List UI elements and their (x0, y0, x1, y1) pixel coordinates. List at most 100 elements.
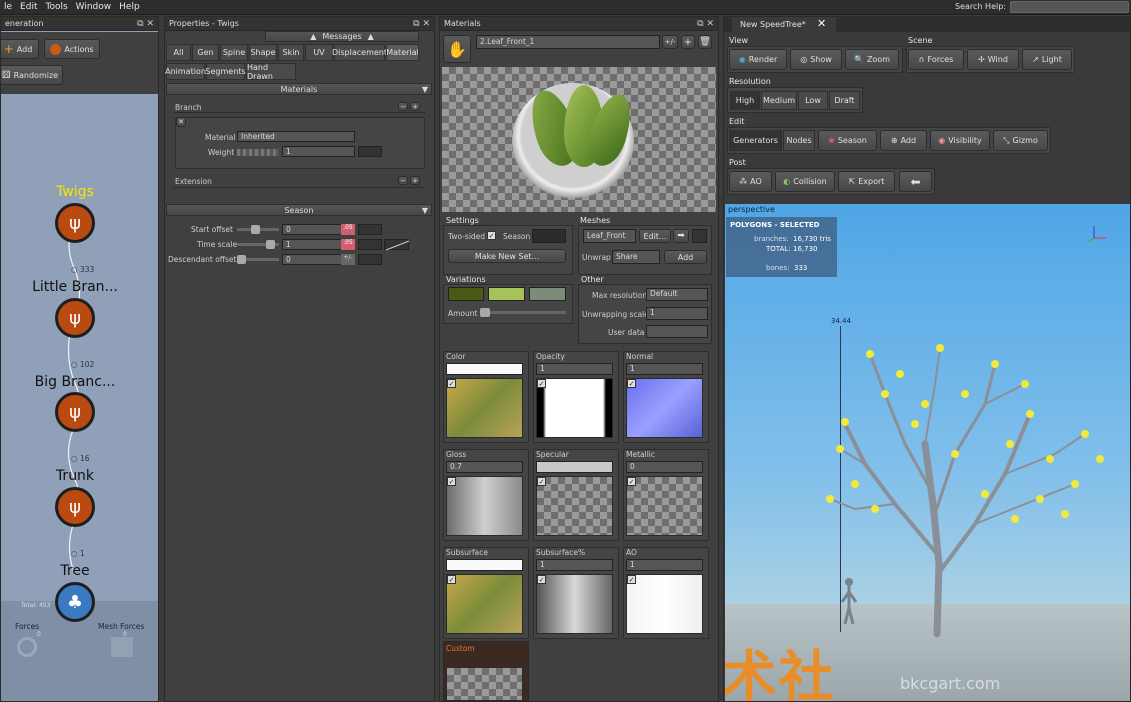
tab-gen[interactable]: Gen (192, 44, 219, 61)
texture-map-preview[interactable] (626, 574, 703, 634)
messages-bar[interactable]: ▲ Messages ▲ (265, 31, 419, 42)
add-button[interactable]: + (410, 176, 420, 185)
season-color-swatch[interactable] (532, 229, 566, 243)
texture-map-preview[interactable] (626, 378, 703, 438)
generators-button[interactable]: Generators (729, 130, 782, 151)
menu-window[interactable]: Window (76, 2, 112, 12)
export-button[interactable]: ⇱ Export (838, 171, 895, 192)
curve-icon[interactable] (358, 254, 382, 265)
texture-map-checkbox[interactable]: ✓ (627, 379, 636, 388)
close-tab-icon[interactable]: ✕ (817, 17, 826, 30)
user-data-input[interactable] (646, 325, 708, 338)
tab-uv[interactable]: UV (305, 44, 333, 61)
menu-file[interactable]: le (4, 2, 12, 12)
texture-map-value[interactable]: 1 (626, 363, 703, 375)
back-arrow-icon[interactable]: ⬅ (899, 171, 932, 192)
season-section-header[interactable]: Season ▼ (166, 204, 432, 216)
actions-button[interactable]: Actions (44, 39, 100, 59)
delete-material-icon[interactable]: 🗑 (698, 35, 712, 49)
start-offset-slider[interactable] (237, 225, 279, 234)
weight-slider[interactable] (237, 149, 279, 156)
close-icon[interactable]: ✕ (176, 117, 186, 127)
arrow-right-icon[interactable]: ➡ (673, 229, 689, 243)
twigs-node[interactable]: ψ (55, 203, 95, 243)
texture-map-checkbox[interactable]: ✓ (627, 477, 636, 486)
forces-magnet-icon[interactable] (17, 637, 37, 657)
curve-icon[interactable] (358, 224, 382, 235)
weight-input[interactable]: 1 (282, 146, 355, 157)
add-generator-button[interactable]: + Add (1, 39, 39, 59)
nodes-button[interactable]: Nodes (783, 130, 815, 151)
material-selector[interactable]: 2.Leaf_Front_1 (476, 35, 660, 49)
texture-map-preview[interactable] (536, 476, 613, 536)
texture-map-preview[interactable] (536, 378, 613, 438)
custom-map-preview[interactable] (446, 667, 523, 701)
max-resolution-dropdown[interactable]: Default (646, 288, 708, 301)
variation-swatch-3[interactable] (529, 287, 566, 301)
remove-button[interactable]: − (398, 102, 408, 111)
mesh-dropdown[interactable]: Leaf_Front (583, 229, 636, 243)
texture-map-preview[interactable] (626, 476, 703, 536)
texture-map-checkbox[interactable]: ✓ (447, 575, 456, 584)
add-material-icon[interactable]: + (681, 35, 695, 49)
texture-map-value[interactable] (446, 363, 523, 375)
texture-map-checkbox[interactable]: ✓ (537, 477, 546, 486)
resolution-draft[interactable]: Draft (829, 91, 860, 110)
descendant-offset-slider[interactable] (237, 255, 279, 264)
menu-help[interactable]: Help (119, 2, 140, 12)
gizmo-button[interactable]: ⤡ Gizmo (993, 130, 1048, 151)
tree-node[interactable]: ♣ (55, 582, 95, 622)
texture-map-value[interactable]: 1 (536, 559, 613, 571)
add-mesh-button[interactable]: Add (664, 250, 707, 264)
texture-map-preview[interactable] (446, 476, 523, 536)
material-dropdown[interactable]: Inherited (237, 131, 355, 142)
collision-button[interactable]: ◐ Collision (775, 171, 835, 192)
texture-map-value[interactable] (536, 461, 613, 473)
variation-swatch-1[interactable] (448, 287, 484, 301)
texture-map-checkbox[interactable]: ✓ (447, 477, 456, 486)
texture-map-preview[interactable] (536, 574, 613, 634)
time-scale-curve-preview[interactable] (384, 239, 410, 251)
panel-controls-icon[interactable]: ⧉ ✕ (137, 17, 154, 31)
texture-map-checkbox[interactable]: ✓ (627, 575, 636, 584)
texture-map-value[interactable]: 0 (626, 461, 703, 473)
tab-segments[interactable]: Segments (205, 63, 246, 80)
tab-displacement[interactable]: Displacement (332, 44, 387, 61)
big-branches-node[interactable]: ψ (55, 392, 95, 432)
unwrap-dropdown[interactable]: Share (612, 250, 660, 264)
texture-map-value[interactable]: 1 (536, 363, 613, 375)
forces-button[interactable]: ∩ Forces (908, 49, 964, 70)
hand-tool-icon[interactable]: ✋ (443, 35, 471, 63)
texture-map-preview[interactable] (446, 574, 523, 634)
materials-section-header[interactable]: Materials ▼ (166, 83, 432, 95)
resolution-medium[interactable]: Medium (761, 91, 797, 110)
menu-tools[interactable]: Tools (45, 2, 67, 12)
texture-map-checkbox[interactable]: ✓ (537, 575, 546, 584)
panel-controls-icon[interactable]: ⧉ ✕ (413, 17, 430, 31)
pm-badge[interactable]: +/- (341, 254, 355, 265)
tab-material[interactable]: Material (386, 44, 419, 61)
unwrapping-scale-input[interactable]: 1 (646, 307, 708, 320)
panel-controls-icon[interactable]: ⧉ ✕ (697, 17, 714, 31)
weight-curve-icon[interactable] (358, 146, 382, 157)
texture-map-value[interactable]: 1 (626, 559, 703, 571)
resolution-high[interactable]: High (730, 91, 760, 110)
season-badge[interactable]: .05 (341, 239, 355, 250)
tab-hand-drawn[interactable]: Hand Drawn (246, 63, 296, 81)
menu-edit[interactable]: Edit (20, 2, 37, 12)
show-button[interactable]: ◎ Show (790, 49, 842, 70)
tab-animation[interactable]: Animation (165, 63, 206, 80)
tab-shape[interactable]: Shape (249, 44, 277, 61)
texture-map-preview[interactable] (446, 378, 523, 438)
3d-viewport[interactable]: perspective POLYGONS - SELECTED branches… (725, 204, 1130, 701)
texture-map-value[interactable] (446, 559, 523, 571)
mesh-forces-icon[interactable] (111, 637, 133, 657)
time-scale-slider[interactable] (237, 240, 279, 249)
randomize-button[interactable]: ⚄ Randomize (1, 65, 63, 85)
two-sided-checkbox[interactable]: ✓ (487, 231, 496, 240)
pm-button[interactable]: +/- (662, 35, 678, 49)
ao-button[interactable]: ⁂ AO (729, 171, 772, 192)
amount-slider[interactable] (480, 308, 566, 317)
render-button[interactable]: ◉ Render (729, 49, 787, 70)
add-button[interactable]: ⊕ Add (880, 130, 927, 151)
